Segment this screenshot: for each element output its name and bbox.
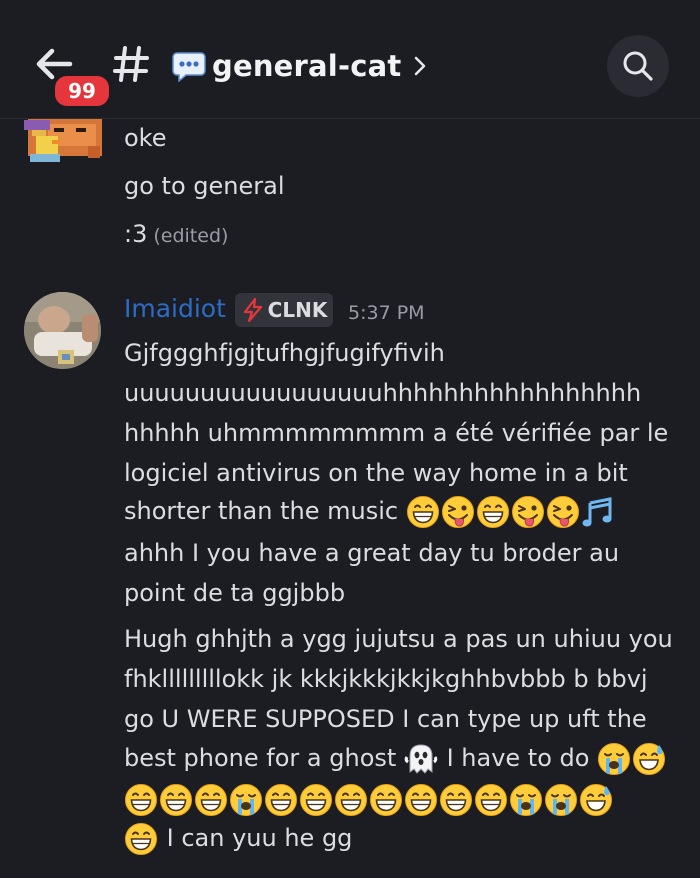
- message-line: shorter than the music: [124, 494, 616, 528]
- username[interactable]: Imaidiot: [124, 294, 226, 323]
- edited-label: (edited): [153, 225, 229, 247]
- tongue-emoji: [546, 495, 580, 529]
- grin-emoji: [334, 783, 368, 817]
- tongue-emoji: [511, 495, 545, 529]
- chevron-right-icon: [415, 56, 426, 76]
- message-line: point de ta ggjbbb: [124, 579, 346, 607]
- tongue-emoji: [441, 495, 475, 529]
- hash-icon: [113, 46, 149, 82]
- channel-header: 99 general-cat: [0, 0, 700, 119]
- channel-name: general-cat: [212, 49, 402, 83]
- message-line: hhhhh uhmmmmmmmm a été vérifiée par le: [124, 419, 669, 447]
- lightning-icon: [243, 298, 262, 322]
- message-line: ahhh I you have a great day tu broder au: [124, 539, 620, 567]
- message-text: I can yuu he gg: [166, 824, 353, 852]
- emoji-group: [404, 742, 439, 776]
- message-text: shorter than the music: [124, 497, 399, 525]
- message-text: best phone for a ghost: [124, 744, 397, 772]
- emoji-group: [406, 495, 616, 529]
- grin-emoji: [124, 783, 158, 817]
- grin-emoji: [439, 783, 473, 817]
- user-photo-image: [24, 292, 101, 369]
- message-line: Hugh ghhjth a ygg jujutsu a pas un uhiuu…: [124, 625, 673, 653]
- clan-tag-label: CLNK: [267, 298, 328, 322]
- timestamp: 5:37 PM: [348, 302, 425, 324]
- grin-emoji: [124, 822, 158, 856]
- message-text: I have to do: [446, 744, 590, 772]
- sweat-smile-emoji: [579, 783, 613, 817]
- speech-bubble-icon: [172, 52, 206, 82]
- unread-badge: 99: [52, 73, 112, 109]
- avatar[interactable]: [24, 292, 101, 369]
- message-line: oke: [124, 124, 167, 152]
- search-button[interactable]: [607, 35, 669, 97]
- sob-emoji: [509, 783, 543, 817]
- grin-emoji: [264, 783, 298, 817]
- sob-emoji: [597, 742, 631, 776]
- sweat-smile-emoji: [632, 742, 666, 776]
- message-line: go to general: [124, 172, 285, 200]
- emoji-line: [124, 782, 614, 816]
- message-line: uuuuuuuuuuuuuuuuuhhhhhhhhhhhhhhhhh: [124, 379, 642, 407]
- message-text: :3: [124, 220, 148, 248]
- grin-emoji: [406, 495, 440, 529]
- ghost-emoji: [404, 742, 438, 776]
- message-line: Gjfggghfjgjtufhgjfugifyfivih: [124, 339, 445, 367]
- sob-emoji: [229, 783, 263, 817]
- message-line: I can yuu he gg: [124, 821, 352, 855]
- grin-emoji: [194, 783, 228, 817]
- grin-emoji: [404, 783, 438, 817]
- grin-emoji: [474, 783, 508, 817]
- channel-title[interactable]: general-cat: [172, 44, 427, 88]
- emoji-group: [124, 783, 614, 817]
- grin-emoji: [369, 783, 403, 817]
- grin-emoji: [476, 495, 510, 529]
- message-line: best phone for a ghost I have to do: [124, 741, 667, 775]
- music-notes-emoji: [581, 495, 615, 529]
- emoji-group: [597, 742, 667, 776]
- search-icon: [623, 51, 653, 81]
- clan-tag[interactable]: CLNK: [235, 293, 333, 327]
- message-line: go U WERE SUPPOSED I can type up uft the: [124, 705, 647, 733]
- message-line: fhklllllllllokk jk kkkjkkkjkkjkghhbvbbb …: [124, 665, 648, 693]
- grin-emoji: [159, 783, 193, 817]
- message-line: :3 (edited): [124, 220, 228, 248]
- emoji-group: [124, 822, 159, 856]
- grin-emoji: [299, 783, 333, 817]
- message-line: logiciel antivirus on the way home in a …: [124, 459, 628, 487]
- sob-emoji: [544, 783, 578, 817]
